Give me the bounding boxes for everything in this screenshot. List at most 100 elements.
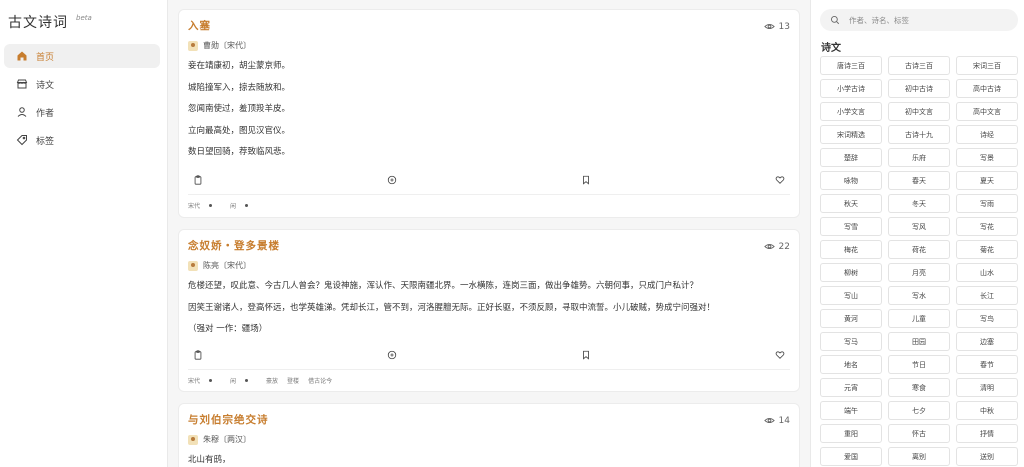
search-box[interactable] [820, 9, 1018, 31]
category-chip[interactable]: 月亮 [888, 263, 950, 282]
poem-line: 忽闻南使过，羞顶羖羊皮。 [188, 104, 291, 114]
category-chip[interactable]: 写花 [956, 217, 1018, 236]
category-chip[interactable]: 边塞 [956, 332, 1018, 351]
tag[interactable]: 宋代 [188, 201, 200, 210]
category-chip[interactable]: 写雨 [956, 194, 1018, 213]
author-row[interactable]: 陈亮〔宋代〕 [188, 260, 790, 271]
category-chip[interactable]: 寒食 [888, 378, 950, 397]
category-chip[interactable]: 重阳 [820, 424, 882, 443]
category-chip[interactable]: 小学古诗 [820, 79, 882, 98]
shop-icon [16, 79, 28, 89]
category-chip[interactable]: 写水 [888, 286, 950, 305]
category-chip[interactable]: 宋词三百 [956, 56, 1018, 75]
category-chip[interactable]: 小学文言 [820, 102, 882, 121]
nav-item-home[interactable]: 首页 [4, 44, 160, 68]
category-chip[interactable]: 古诗十九 [888, 125, 950, 144]
tag[interactable]: 闲 [230, 376, 236, 385]
category-chip[interactable]: 荷花 [888, 240, 950, 259]
category-chip[interactable]: 写山 [820, 286, 882, 305]
category-chip[interactable]: 山水 [956, 263, 1018, 282]
poem-title[interactable]: 与刘伯宗绝交诗 [188, 412, 790, 427]
view-count: 13 [763, 21, 790, 32]
poem-feed[interactable]: 入塞 13 曹勋〔宋代〕 妾在靖康初，胡尘蒙京师。 城陷撞军入，掠去随放和。 忽… [168, 0, 810, 467]
category-chip[interactable]: 中秋 [956, 401, 1018, 420]
category-chip[interactable]: 乐府 [888, 148, 950, 167]
category-chip[interactable]: 端午 [820, 401, 882, 420]
category-chip[interactable]: 离别 [888, 447, 950, 466]
home-icon [17, 51, 27, 61]
poem-line: 数日望回骑，荐致临风悲。 [188, 147, 291, 157]
category-chip[interactable]: 写鸟 [956, 309, 1018, 328]
poem-body: 北山有鸱， [188, 454, 790, 467]
category-chip[interactable]: 写景 [956, 148, 1018, 167]
tag[interactable]: 宋代 [188, 376, 200, 385]
tag[interactable]: 闲 [230, 201, 236, 210]
nav-item-tags[interactable]: 标签 [4, 128, 160, 152]
category-chip[interactable]: 节日 [888, 355, 950, 374]
category-chip[interactable]: 写马 [820, 332, 882, 351]
category-chip[interactable]: 高中古诗 [956, 79, 1018, 98]
poem-card: 入塞 13 曹勋〔宋代〕 妾在靖康初，胡尘蒙京师。 城陷撞军入，掠去随放和。 忽… [178, 9, 800, 218]
search-input[interactable] [849, 15, 1009, 25]
category-chip[interactable]: 田园 [888, 332, 950, 351]
heart-icon[interactable] [775, 350, 785, 360]
category-chip[interactable]: 古诗三百 [888, 56, 950, 75]
nav-item-poems[interactable]: 诗文 [4, 72, 160, 96]
poem-line: 妾在靖康初，胡尘蒙京师。 [188, 61, 291, 71]
category-chip[interactable]: 唐诗三百 [820, 56, 882, 75]
beta-badge: beta [76, 14, 92, 22]
author-row[interactable]: 曹勋〔宋代〕 [188, 40, 790, 51]
category-chip[interactable]: 初中古诗 [888, 79, 950, 98]
add-circle-icon[interactable] [387, 350, 397, 360]
tag[interactable]: 登楼 [287, 376, 299, 385]
category-chip[interactable]: 写雪 [820, 217, 882, 236]
nav-item-authors[interactable]: 作者 [4, 100, 160, 124]
category-chip[interactable]: 写风 [888, 217, 950, 236]
poem-title[interactable]: 念奴娇・登多景楼 [188, 238, 790, 253]
category-chip[interactable]: 夏天 [956, 171, 1018, 190]
view-count-value: 14 [778, 415, 790, 426]
tag-list: 宋代 闲 [188, 201, 257, 210]
category-chip[interactable]: 柳树 [820, 263, 882, 282]
avatar [188, 260, 198, 271]
category-chip[interactable]: 秋天 [820, 194, 882, 213]
poem-title[interactable]: 入塞 [188, 18, 790, 33]
category-chip[interactable]: 菊花 [956, 240, 1018, 259]
category-chip[interactable]: 七夕 [888, 401, 950, 420]
category-chip[interactable]: 黄河 [820, 309, 882, 328]
category-chip[interactable]: 地名 [820, 355, 882, 374]
category-chip[interactable]: 儿童 [888, 309, 950, 328]
clipboard-icon[interactable] [193, 175, 203, 185]
category-chip[interactable]: 春节 [956, 355, 1018, 374]
category-chip[interactable]: 宋词精选 [820, 125, 882, 144]
category-chip[interactable]: 元宵 [820, 378, 882, 397]
category-chip[interactable]: 抒情 [956, 424, 1018, 443]
category-chip[interactable]: 长江 [956, 286, 1018, 305]
category-chip[interactable]: 爱国 [820, 447, 882, 466]
category-chip[interactable]: 高中文言 [956, 102, 1018, 121]
author-row[interactable]: 朱穆〔两汉〕 [188, 434, 790, 445]
category-chip[interactable]: 清明 [956, 378, 1018, 397]
category-chip[interactable]: 怀古 [888, 424, 950, 443]
tag[interactable]: 豪放 [266, 376, 278, 385]
bookmark-icon[interactable] [581, 350, 591, 360]
category-chip[interactable]: 楚辞 [820, 148, 882, 167]
category-chip[interactable]: 冬天 [888, 194, 950, 213]
tag[interactable]: 借古论今 [308, 376, 332, 385]
card-divider [188, 194, 790, 195]
category-chip[interactable]: 春天 [888, 171, 950, 190]
add-circle-icon[interactable] [387, 175, 397, 185]
bookmark-icon[interactable] [581, 175, 591, 185]
category-chip[interactable]: 初中文言 [888, 102, 950, 121]
category-chip[interactable]: 诗经 [956, 125, 1018, 144]
nav-item-label: 标签 [36, 136, 55, 147]
category-chip[interactable]: 送别 [956, 447, 1018, 466]
heart-icon[interactable] [775, 175, 785, 185]
view-count-value: 22 [778, 241, 790, 252]
app-logo[interactable]: 古文诗词 beta [8, 12, 92, 32]
category-chip[interactable]: 咏物 [820, 171, 882, 190]
category-chip[interactable]: 梅花 [820, 240, 882, 259]
poem-line: 北山有鸱， [188, 455, 231, 465]
clipboard-icon[interactable] [193, 350, 203, 360]
view-count: 14 [763, 415, 790, 426]
